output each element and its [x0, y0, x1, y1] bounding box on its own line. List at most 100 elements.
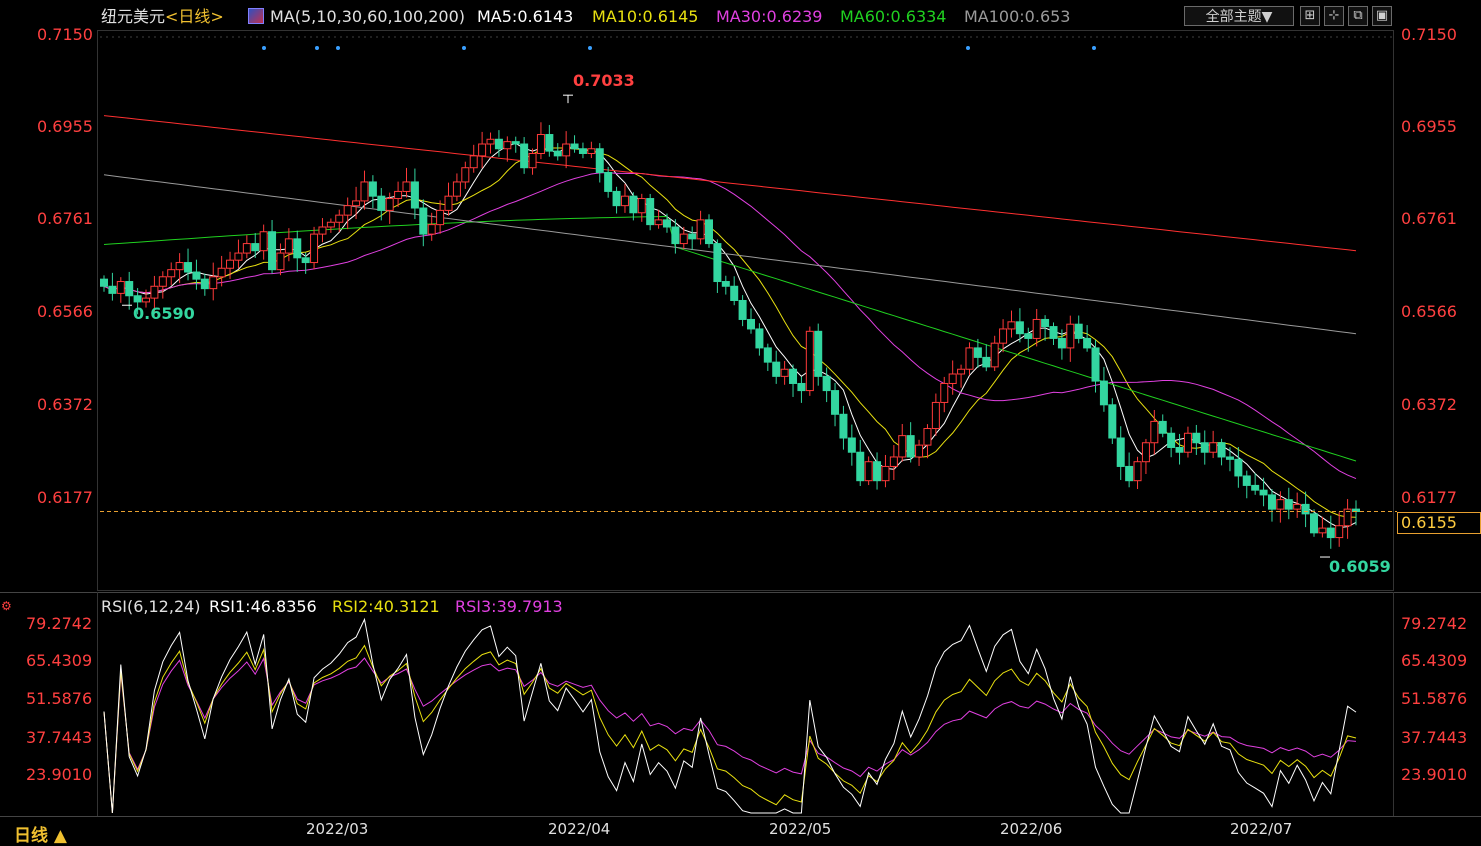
- candle-body: [1259, 489, 1268, 496]
- candle-body: [679, 233, 688, 245]
- price-tick-right: 0.6177: [1401, 488, 1457, 507]
- panel-icon[interactable]: ▣: [1372, 6, 1392, 26]
- ma-layer: [103, 115, 1357, 529]
- candle-body: [100, 278, 108, 287]
- candle-body: [125, 281, 134, 297]
- candle-body: [1225, 456, 1234, 460]
- candle-body: [822, 375, 831, 392]
- candle-body: [343, 205, 352, 216]
- candle-body: [452, 181, 461, 197]
- candle-body: [1133, 461, 1142, 482]
- candle-body: [881, 465, 890, 482]
- candle-body: [1301, 503, 1310, 515]
- candle-body: [318, 226, 327, 235]
- rsi-tick-left: 65.4309: [26, 651, 93, 670]
- candle-body: [310, 233, 319, 264]
- candle-body: [268, 231, 277, 271]
- theme-dropdown[interactable]: 全部主题▼: [1184, 6, 1294, 26]
- candle-body: [520, 143, 529, 169]
- candle-body: [1083, 337, 1092, 349]
- candle-body: [1158, 420, 1167, 434]
- candle-body: [503, 141, 512, 150]
- candle-body: [1293, 503, 1302, 510]
- candle-body: [1309, 513, 1318, 534]
- candle-body: [604, 171, 613, 192]
- candle-body: [973, 347, 982, 358]
- candle-body: [1284, 499, 1293, 510]
- rsi-settings-icon[interactable]: ⚙: [1, 597, 12, 615]
- candle-body: [562, 143, 571, 157]
- rsi-tick-left: 23.9010: [26, 765, 93, 784]
- candle-body: [713, 243, 722, 283]
- x-tick: 2022/05: [769, 820, 832, 838]
- candle-body: [1183, 432, 1192, 453]
- price-tick-right: 0.6761: [1401, 209, 1457, 228]
- rsi-tick-left: 79.2742: [26, 614, 93, 633]
- event-dot: [262, 46, 266, 50]
- candle-body: [1116, 437, 1125, 467]
- candle-body: [999, 328, 1008, 344]
- candle-body: [629, 195, 638, 214]
- candle-body: [394, 190, 403, 200]
- crosshair-icon[interactable]: ⊹: [1324, 6, 1344, 26]
- grid-icon[interactable]: ⊞: [1300, 6, 1320, 26]
- candle-body: [1041, 318, 1050, 328]
- candle-body: [1049, 326, 1058, 339]
- candle-body: [1057, 337, 1066, 349]
- x-tick: 2022/06: [1000, 820, 1063, 838]
- candle-body: [1066, 323, 1075, 349]
- candle-body: [150, 285, 159, 299]
- event-dot: [462, 46, 466, 50]
- candle-body: [444, 195, 453, 211]
- candle-body: [847, 437, 856, 453]
- period-selector[interactable]: 日线 ▲: [14, 821, 67, 846]
- period-tag[interactable]: <日线>: [165, 8, 224, 26]
- candle-body: [780, 368, 789, 377]
- candle-body: [1167, 432, 1176, 448]
- low-annotation-left: 0.6590: [133, 304, 195, 323]
- candle-body: [284, 238, 293, 254]
- axis-layer: [100, 46, 1397, 558]
- candle-body: [688, 233, 697, 240]
- candle-body: [436, 209, 445, 226]
- candle-body: [1091, 347, 1100, 382]
- candle-body: [1326, 527, 1335, 539]
- candle-body: [200, 278, 209, 290]
- price-tick-right: 0.7150: [1401, 25, 1457, 44]
- candle-body: [990, 342, 999, 368]
- candle-body: [1251, 484, 1260, 491]
- ma200-line: [103, 115, 1357, 252]
- candle-body: [335, 214, 344, 223]
- candle-body: [805, 330, 814, 392]
- event-dot: [966, 46, 970, 50]
- candle-body: [763, 347, 772, 363]
- candle-body: [923, 428, 932, 446]
- ma-settings-icon[interactable]: [248, 8, 264, 24]
- candle-body: [620, 195, 629, 207]
- candle-body: [402, 181, 411, 192]
- candle-body: [1141, 442, 1150, 463]
- candle-body: [461, 167, 470, 183]
- candle-body: [1335, 525, 1344, 539]
- candle-body: [1318, 527, 1327, 534]
- rsi2-value: RSI2:40.3121: [332, 597, 440, 616]
- rsi-tick-right: 65.4309: [1401, 651, 1468, 670]
- candle-body: [419, 207, 428, 235]
- candle-body: [696, 219, 705, 240]
- candle-body: [873, 461, 882, 482]
- candle-body: [1099, 380, 1108, 406]
- rsi-tick-left: 51.5876: [26, 689, 93, 708]
- last-price-box: 0.6155: [1397, 512, 1481, 534]
- candle-body: [595, 148, 604, 173]
- candle-body: [301, 257, 310, 264]
- candle-body: [738, 299, 747, 320]
- candle-body: [242, 243, 251, 254]
- candle-body: [494, 138, 503, 150]
- chart-canvas[interactable]: [0, 0, 1481, 845]
- expand-icon[interactable]: ⧉: [1348, 6, 1368, 26]
- rsi3-value: RSI3:39.7913: [455, 597, 563, 616]
- candle-body: [377, 195, 386, 211]
- price-tick-right: 0.6955: [1401, 117, 1457, 136]
- candle-body: [511, 141, 520, 145]
- price-tick-left: 0.6761: [37, 209, 93, 228]
